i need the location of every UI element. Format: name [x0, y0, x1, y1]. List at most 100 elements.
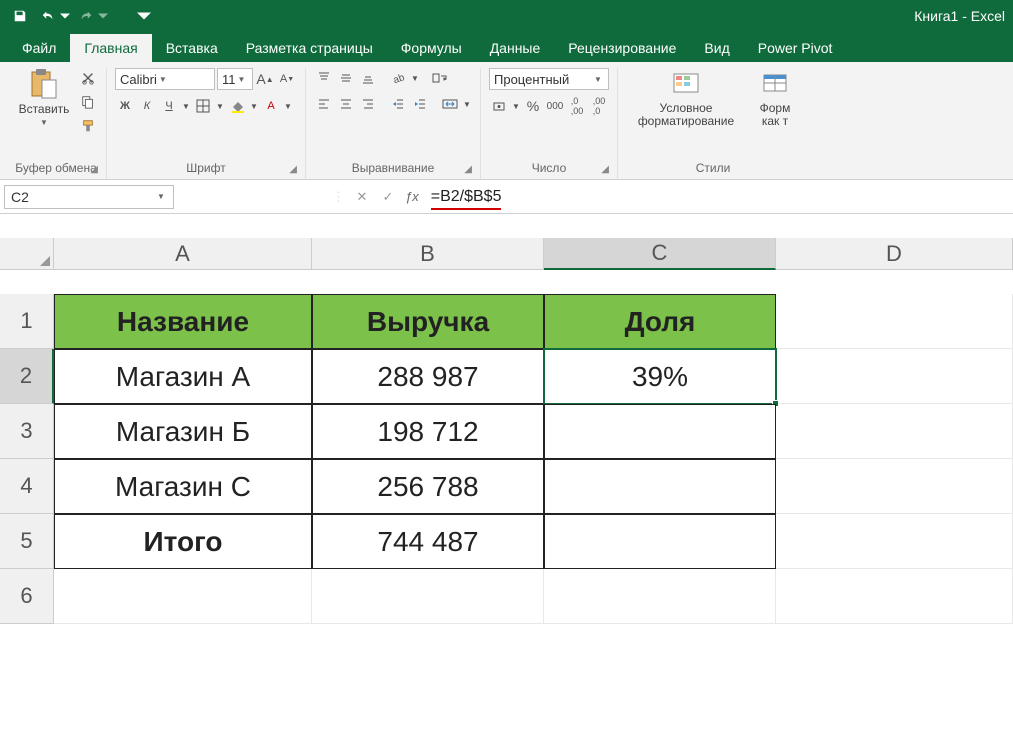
cell-A1[interactable]: Название: [54, 294, 312, 349]
format-painter-icon[interactable]: [78, 116, 98, 136]
qat-customize-icon[interactable]: [132, 4, 156, 28]
font-size-select[interactable]: 11▼: [217, 68, 253, 90]
cancel-formula-icon[interactable]: ✕: [351, 186, 373, 208]
undo-dropdown-icon[interactable]: [60, 4, 70, 28]
row-header-4[interactable]: 4: [0, 459, 54, 514]
launcher-icon[interactable]: ◢: [464, 164, 472, 175]
decrease-indent-icon[interactable]: [388, 94, 408, 114]
fill-color-icon[interactable]: [227, 96, 247, 116]
copy-icon[interactable]: [78, 92, 98, 112]
cell-C4[interactable]: [544, 459, 776, 514]
orientation-icon[interactable]: ab: [388, 68, 408, 88]
redo-icon[interactable]: [74, 4, 98, 28]
format-as-table-button[interactable]: Форм как т: [750, 68, 800, 128]
cell-C5[interactable]: [544, 514, 776, 569]
decrease-decimal-icon[interactable]: ,00,0: [589, 96, 609, 116]
tab-home[interactable]: Главная: [70, 34, 151, 62]
increase-font-icon[interactable]: A▲: [255, 69, 275, 89]
tab-review[interactable]: Рецензирование: [554, 34, 690, 62]
align-center-icon[interactable]: [336, 94, 356, 114]
italic-button[interactable]: К: [137, 96, 157, 116]
formula-input[interactable]: =B2/$B$5: [431, 188, 502, 206]
tab-formulas[interactable]: Формулы: [387, 34, 476, 62]
align-bottom-icon[interactable]: [358, 68, 378, 88]
row-header-3[interactable]: 3: [0, 404, 54, 459]
enter-formula-icon[interactable]: ✓: [377, 186, 399, 208]
cell-D3[interactable]: [776, 404, 1013, 459]
row-header-2[interactable]: 2: [0, 349, 54, 404]
cell-B3[interactable]: 198 712: [312, 404, 544, 459]
cell-B4[interactable]: 256 788: [312, 459, 544, 514]
cell-C2[interactable]: 39%: [544, 349, 776, 404]
paste-button[interactable]: Вставить ▼: [14, 68, 74, 127]
tab-pagelayout[interactable]: Разметка страницы: [232, 34, 387, 62]
cell-A4[interactable]: Магазин С: [54, 459, 312, 514]
conditional-formatting-button[interactable]: Условное форматирование: [626, 68, 746, 128]
cell-B6[interactable]: [312, 569, 544, 624]
fill-dropdown-icon[interactable]: ▼: [249, 96, 259, 116]
tab-insert[interactable]: Вставка: [152, 34, 232, 62]
launcher-icon[interactable]: ◢: [601, 164, 609, 175]
cell-D2[interactable]: [776, 349, 1013, 404]
tab-view[interactable]: Вид: [690, 34, 743, 62]
conditional-formatting-icon: [670, 68, 702, 100]
col-header-C[interactable]: C: [544, 238, 776, 270]
bold-button[interactable]: Ж: [115, 96, 135, 116]
currency-dropdown-icon[interactable]: ▼: [511, 96, 521, 116]
cell-D5[interactable]: [776, 514, 1013, 569]
align-left-icon[interactable]: [314, 94, 334, 114]
select-all-corner[interactable]: [0, 238, 54, 270]
orientation-dropdown-icon[interactable]: ▼: [410, 68, 420, 88]
cell-D6[interactable]: [776, 569, 1013, 624]
align-middle-icon[interactable]: [336, 68, 356, 88]
cell-C6[interactable]: [544, 569, 776, 624]
row-header-6[interactable]: 6: [0, 569, 54, 624]
border-dropdown-icon[interactable]: ▼: [215, 96, 225, 116]
increase-decimal-icon[interactable]: ,0,00: [567, 96, 587, 116]
cell-D4[interactable]: [776, 459, 1013, 514]
cell-D1[interactable]: [776, 294, 1013, 349]
fx-icon[interactable]: ƒx: [405, 189, 419, 204]
cut-icon[interactable]: [78, 68, 98, 88]
cell-A2[interactable]: Магазин А: [54, 349, 312, 404]
launcher-icon[interactable]: ◢: [289, 164, 297, 175]
col-header-A[interactable]: A: [54, 238, 312, 270]
thousands-icon[interactable]: 000: [545, 96, 565, 116]
wrap-text-icon[interactable]: [430, 68, 450, 88]
font-color-icon[interactable]: А: [261, 96, 281, 116]
cell-A6[interactable]: [54, 569, 312, 624]
align-right-icon[interactable]: [358, 94, 378, 114]
merge-icon[interactable]: [440, 94, 460, 114]
border-icon[interactable]: [193, 96, 213, 116]
col-header-D[interactable]: D: [776, 238, 1013, 270]
launcher-icon[interactable]: ◢: [90, 164, 98, 175]
cell-A3[interactable]: Магазин Б: [54, 404, 312, 459]
font-name-select[interactable]: Calibri▼: [115, 68, 215, 90]
cell-A5[interactable]: Итого: [54, 514, 312, 569]
currency-icon[interactable]: [489, 96, 509, 116]
underline-dropdown-icon[interactable]: ▼: [181, 96, 191, 116]
undo-icon[interactable]: [36, 4, 60, 28]
cell-B1[interactable]: Выручка: [312, 294, 544, 349]
decrease-font-icon[interactable]: A▼: [277, 69, 297, 89]
name-box[interactable]: C2▼: [4, 185, 174, 209]
cell-B2[interactable]: 288 987: [312, 349, 544, 404]
cell-C1[interactable]: Доля: [544, 294, 776, 349]
row-header-1[interactable]: 1: [0, 294, 54, 349]
tab-powerpivot[interactable]: Power Pivot: [744, 34, 847, 62]
number-format-select[interactable]: Процентный▼: [489, 68, 609, 90]
save-icon[interactable]: [8, 4, 32, 28]
merge-dropdown-icon[interactable]: ▼: [462, 94, 472, 114]
tab-data[interactable]: Данные: [476, 34, 555, 62]
row-header-5[interactable]: 5: [0, 514, 54, 569]
cell-C3[interactable]: [544, 404, 776, 459]
increase-indent-icon[interactable]: [410, 94, 430, 114]
tab-file[interactable]: Файл: [8, 34, 70, 62]
col-header-B[interactable]: B: [312, 238, 544, 270]
align-top-icon[interactable]: [314, 68, 334, 88]
redo-dropdown-icon[interactable]: [98, 4, 108, 28]
percent-icon[interactable]: %: [523, 96, 543, 116]
font-color-dropdown-icon[interactable]: ▼: [283, 96, 293, 116]
underline-button[interactable]: Ч: [159, 96, 179, 116]
cell-B5[interactable]: 744 487: [312, 514, 544, 569]
